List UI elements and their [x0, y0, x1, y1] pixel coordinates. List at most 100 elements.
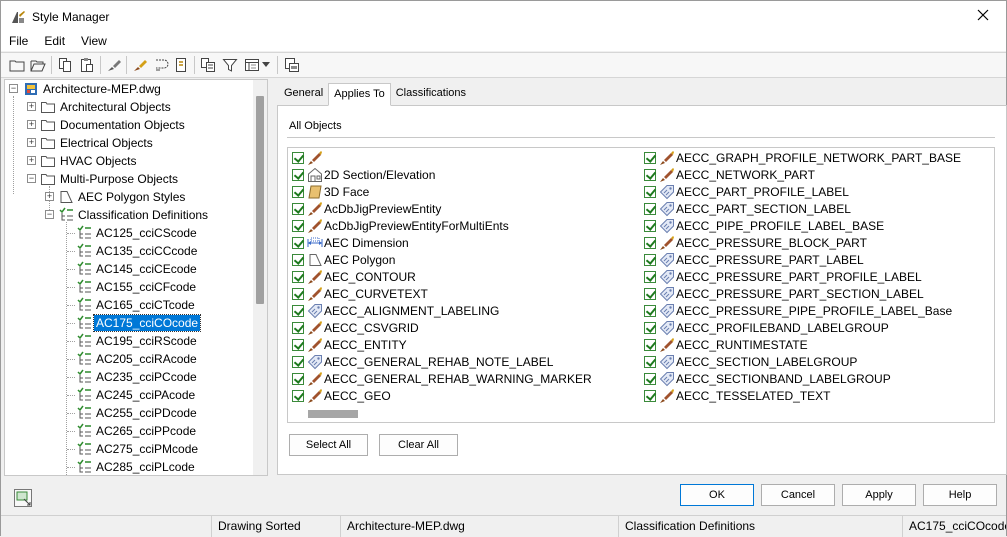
tree-classification-item[interactable]: AC265_cciPPcode — [5, 422, 255, 440]
object-type-checkbox[interactable] — [292, 338, 304, 351]
object-type-checkbox[interactable] — [644, 304, 656, 317]
new-drawing-icon[interactable] — [8, 56, 26, 74]
set-from-icon[interactable] — [173, 56, 191, 74]
object-type-checkbox[interactable] — [292, 168, 304, 181]
menu-file[interactable]: File — [1, 32, 36, 51]
tree-classification-item[interactable]: AC245_cciPAcode — [5, 386, 255, 404]
tree-classification-item[interactable]: AC205_cciRAcode — [5, 350, 255, 368]
object-type-checkbox[interactable] — [644, 236, 656, 249]
object-type-checkbox[interactable] — [644, 185, 656, 198]
style-tree[interactable]: − Architecture-MEP.dwg + Architectural Ob… — [4, 79, 268, 476]
object-type-item[interactable]: AECC_PRESSURE_PART_SECTION_LABEL — [644, 285, 924, 302]
style-browser-icon[interactable] — [283, 56, 301, 74]
object-type-checkbox[interactable] — [292, 389, 304, 402]
object-type-checkbox[interactable] — [644, 168, 656, 181]
tree-classification-item[interactable]: AC285_cciPLcode — [5, 458, 255, 475]
copy-icon[interactable] — [56, 56, 74, 74]
object-type-item[interactable]: AECC_GENERAL_REHAB_WARNING_MARKER — [292, 370, 592, 387]
expand-icon[interactable]: + — [27, 120, 36, 129]
tree-classification-item[interactable]: AC165_cciCTcode — [5, 296, 255, 314]
tree-classification-item[interactable]: AC195_cciRScode — [5, 332, 255, 350]
expand-icon[interactable]: + — [27, 156, 36, 165]
object-type-checkbox[interactable] — [292, 304, 304, 317]
object-type-checkbox[interactable] — [644, 372, 656, 385]
object-type-checkbox[interactable] — [292, 236, 304, 249]
menu-view[interactable]: View — [73, 32, 115, 51]
object-type-item[interactable]: AECC_GEO — [292, 387, 391, 404]
expand-icon[interactable]: + — [27, 138, 36, 147]
object-type-checkbox[interactable] — [644, 219, 656, 232]
object-type-checkbox[interactable] — [644, 253, 656, 266]
object-type-item[interactable]: AECC_GRAPH_PROFILE_NETWORK_PART_BASE — [644, 149, 961, 166]
purge-icon[interactable] — [131, 56, 149, 74]
tree-scroll-thumb[interactable] — [256, 96, 264, 304]
tree-classification-item[interactable]: AC235_cciPCcode — [5, 368, 255, 386]
object-type-checkbox[interactable] — [644, 355, 656, 368]
tree-classification-item[interactable]: AC135_cciCCcode — [5, 242, 255, 260]
object-type-checkbox[interactable] — [292, 321, 304, 334]
object-type-item[interactable]: AEC_CONTOUR — [292, 268, 416, 285]
object-type-item[interactable]: AECC_ENTITY — [292, 336, 407, 353]
tab-applies-to[interactable]: Applies To — [328, 83, 391, 106]
object-type-checkbox[interactable] — [292, 151, 304, 164]
tree-style-group[interactable]: − Classification Definitions — [5, 206, 255, 224]
object-type-item[interactable]: AECC_PRESSURE_PART_LABEL — [644, 251, 864, 268]
tree-folder[interactable]: + Electrical Objects — [5, 134, 255, 152]
object-type-checkbox[interactable] — [292, 287, 304, 300]
object-type-checkbox[interactable] — [644, 389, 656, 402]
tree-classification-item[interactable]: AC255_cciPDcode — [5, 404, 255, 422]
ok-button[interactable]: OK — [680, 484, 754, 506]
object-type-checkbox[interactable] — [292, 219, 304, 232]
object-type-item[interactable]: AECC_PART_PROFILE_LABEL — [644, 183, 849, 200]
tree-classification-item[interactable]: AC125_cciCScode — [5, 224, 255, 242]
tree-folder[interactable]: − Multi-Purpose Objects — [5, 170, 255, 188]
tree-style-group[interactable]: + AEC Polygon Styles — [5, 188, 255, 206]
object-type-item[interactable]: AcDbJigPreviewEntity — [292, 200, 441, 217]
object-type-item[interactable]: AEC Polygon — [292, 251, 395, 268]
help-button[interactable]: Help — [923, 484, 997, 506]
object-type-checkbox[interactable] — [644, 270, 656, 283]
tree-classification-item[interactable]: AC155_cciCFcode — [5, 278, 255, 296]
object-type-checkbox[interactable] — [644, 151, 656, 164]
object-type-checkbox[interactable] — [644, 202, 656, 215]
object-type-checkbox[interactable] — [292, 185, 304, 198]
menu-edit[interactable]: Edit — [36, 32, 73, 51]
object-type-item[interactable]: AECC_PRESSURE_PIPE_PROFILE_LABEL_Base — [644, 302, 952, 319]
tab-classifications[interactable]: Classifications — [391, 83, 471, 105]
object-type-item[interactable]: AcDbJigPreviewEntityForMultiEnts — [292, 217, 509, 234]
select-all-button[interactable]: Select All — [289, 434, 368, 456]
paste-icon[interactable] — [78, 56, 96, 74]
object-type-item[interactable]: AECC_ALIGNMENT_LABELING — [292, 302, 499, 319]
apply-button[interactable]: Apply — [842, 484, 916, 506]
toggle-view-icon[interactable] — [152, 56, 170, 74]
inline-edit-icon[interactable] — [199, 56, 217, 74]
object-type-item[interactable]: AECC_TESSELATED_TEXT — [644, 387, 831, 404]
tab-general[interactable]: General — [279, 83, 328, 105]
panel-splitter[interactable] — [269, 79, 273, 476]
list-horizontal-scroll-thumb[interactable] — [308, 410, 358, 418]
object-type-checkbox[interactable] — [644, 321, 656, 334]
tree-folder[interactable]: + Documentation Objects — [5, 116, 255, 134]
view-options-icon[interactable] — [243, 56, 261, 74]
close-button[interactable] — [960, 1, 1006, 32]
tree-vertical-scrollbar[interactable] — [253, 80, 267, 475]
tree-folder[interactable]: + HVAC Objects — [5, 152, 255, 170]
tree-folder[interactable]: + Architectural Objects — [5, 98, 255, 116]
collapse-icon[interactable]: − — [9, 84, 18, 93]
open-drawing-icon[interactable] — [29, 56, 47, 74]
tree-classification-item[interactable]: AC175_cciCOcode — [5, 314, 255, 332]
object-type-checkbox[interactable] — [644, 338, 656, 351]
object-type-item[interactable]: AECC_CSVGRID — [292, 319, 419, 336]
object-type-item[interactable]: 2D Section/Elevation — [292, 166, 435, 183]
object-type-item[interactable]: AECC_PRESSURE_BLOCK_PART — [644, 234, 867, 251]
object-type-item[interactable]: AECC_NETWORK_PART — [644, 166, 815, 183]
object-type-item[interactable]: AECC_PART_SECTION_LABEL — [644, 200, 851, 217]
drawing-preview-icon[interactable] — [13, 488, 33, 508]
object-type-checkbox[interactable] — [292, 253, 304, 266]
object-type-checkbox[interactable] — [644, 287, 656, 300]
expand-icon[interactable]: + — [27, 102, 36, 111]
object-type-checkbox[interactable] — [292, 372, 304, 385]
object-type-item[interactable] — [292, 149, 324, 166]
chevron-down-icon[interactable] — [261, 56, 271, 74]
collapse-icon[interactable]: − — [45, 210, 54, 219]
